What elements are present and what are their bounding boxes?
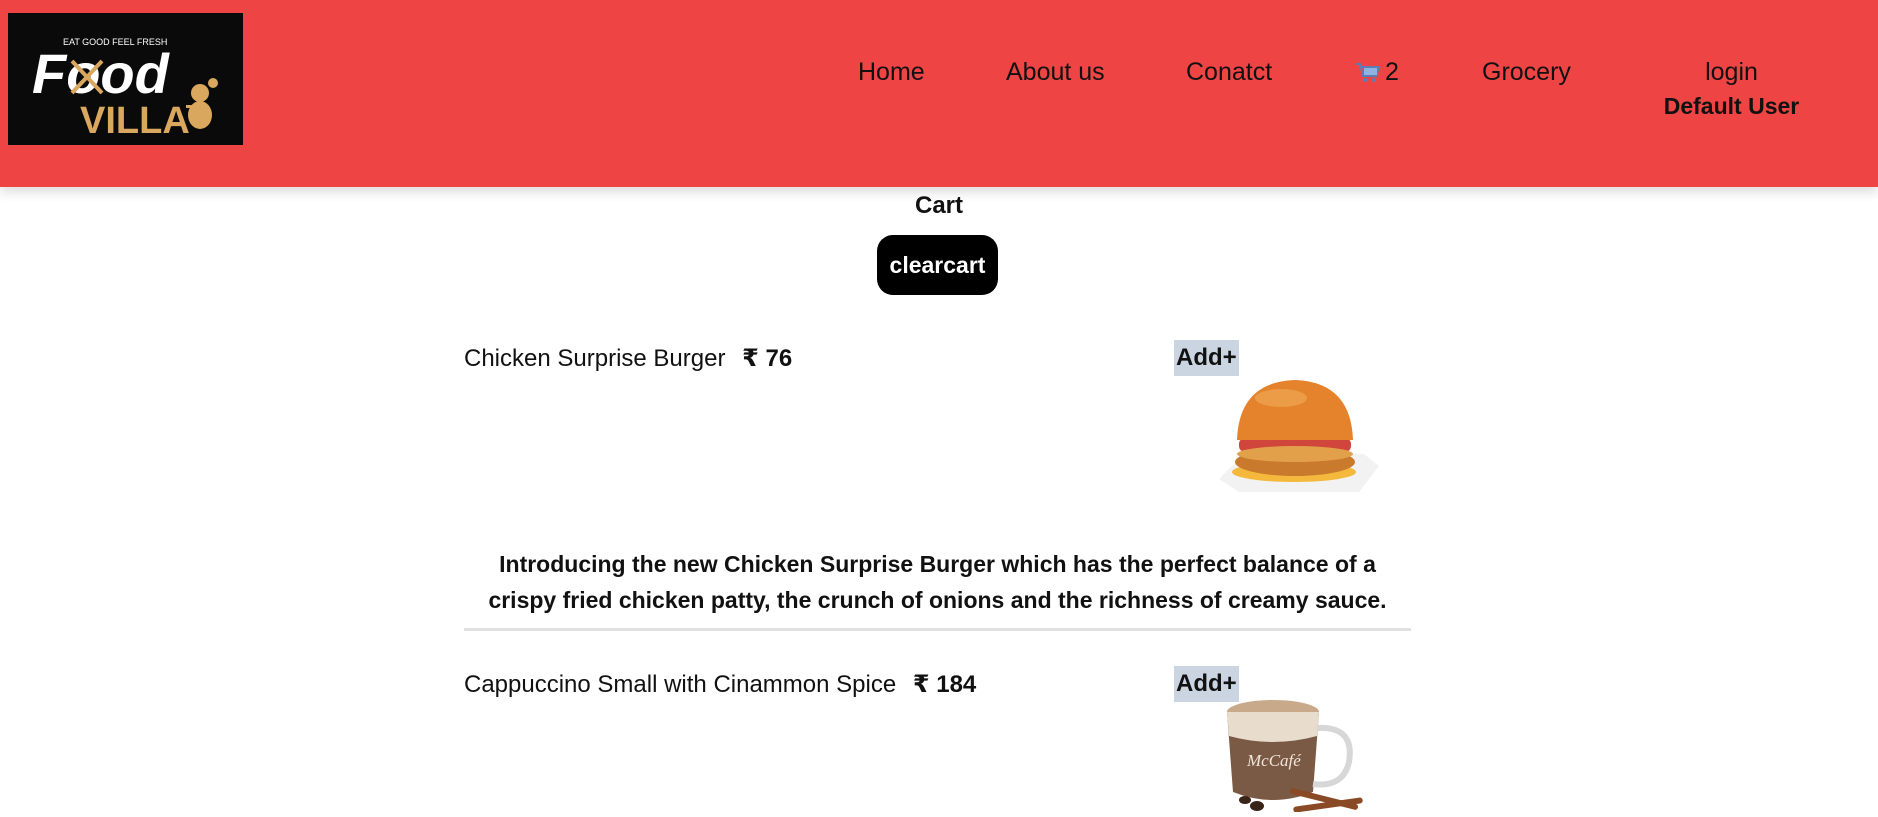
clear-cart-button[interactable]: clearcart — [877, 235, 998, 295]
item-price: ₹ 184 — [913, 671, 976, 698]
food-villa-logo[interactable]: EAT GOOD FEEL FRESH Food VILLA — [8, 13, 243, 145]
site-header: EAT GOOD FEEL FRESH Food VILLA Home Abou… — [0, 0, 1878, 187]
login-link[interactable]: login — [1640, 58, 1823, 87]
logo-graphic: EAT GOOD FEEL FRESH Food VILLA — [32, 37, 218, 142]
item-price: ₹ 76 — [742, 345, 792, 372]
chef-mascot-icon — [186, 78, 218, 129]
shopping-cart-icon — [1356, 62, 1381, 82]
item-title: Cappuccino Small with Cinammon Spice ₹ 1… — [464, 670, 976, 699]
logo-brand-bottom: VILLA — [80, 100, 190, 142]
logo-brand-top: Food — [32, 42, 171, 105]
login-area: login Default User — [1640, 58, 1823, 120]
nav-contact[interactable]: Conatct — [1186, 58, 1272, 87]
price-value: 184 — [936, 671, 977, 698]
price-value: 76 — [765, 345, 793, 372]
nav-cart[interactable]: 2 — [1355, 58, 1399, 87]
burger-image — [1219, 380, 1379, 492]
cart-count: 2 — [1385, 58, 1399, 86]
cart-item: Cappuccino Small with Cinammon Spice ₹ 1… — [464, 666, 1411, 817]
cart-title: Cart — [914, 192, 963, 219]
nav-grocery[interactable]: Grocery — [1482, 58, 1571, 87]
add-button[interactable]: Add+ — [1174, 340, 1239, 376]
item-name: Cappuccino Small with Cinammon Spice — [464, 671, 897, 698]
nav-home[interactable]: Home — [858, 58, 925, 87]
item-title: Chicken Surprise Burger ₹ 76 — [464, 344, 792, 373]
currency-symbol: ₹ — [912, 671, 930, 698]
cappuccino-image: McCafé — [1227, 700, 1363, 812]
user-name: Default User — [1663, 93, 1800, 119]
item-description: Introducing the new Chicken Surprise Bur… — [488, 551, 1387, 613]
mccafe-label: McCafé — [1246, 751, 1302, 770]
nav-about-us[interactable]: About us — [1006, 58, 1105, 87]
cart-item: Chicken Surprise Burger ₹ 76 Add+ Introd… — [464, 340, 1411, 624]
item-divider — [464, 628, 1411, 631]
currency-symbol: ₹ — [742, 345, 759, 372]
item-name: Chicken Surprise Burger — [464, 345, 726, 372]
